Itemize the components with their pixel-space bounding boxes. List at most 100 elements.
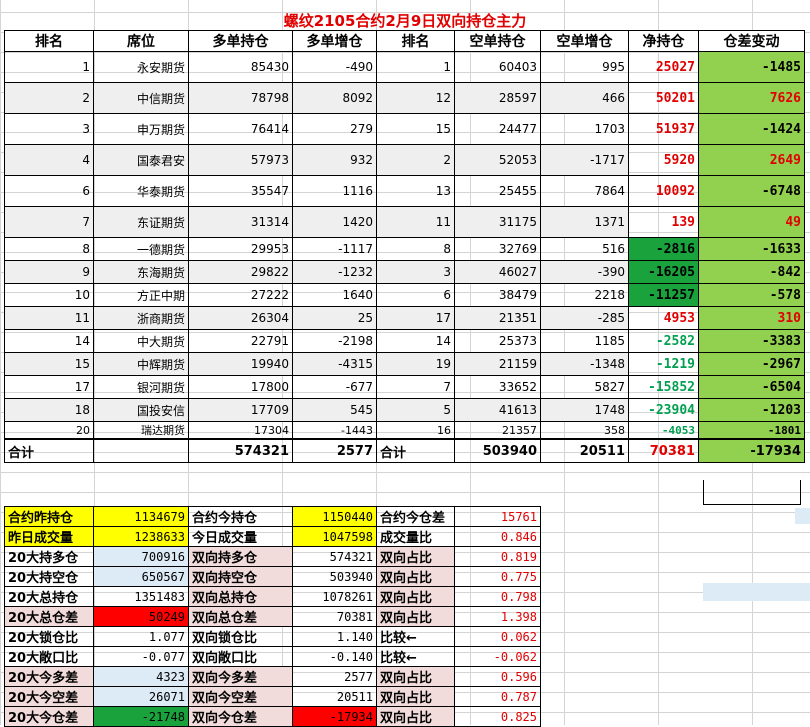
short-change-cell[interactable]: -1348 xyxy=(540,352,629,376)
net-position-cell[interactable]: -16205 xyxy=(628,260,699,284)
summary-label-b[interactable]: 双向总持仓 xyxy=(188,586,293,607)
total-net[interactable]: 70381 xyxy=(628,438,699,463)
long-position-cell[interactable]: 17304 xyxy=(188,421,293,440)
rank-long-cell[interactable]: 15 xyxy=(4,352,94,376)
summary-value-a[interactable]: 1238633 xyxy=(93,526,189,547)
net-position-cell[interactable]: 10092 xyxy=(628,175,699,207)
summary-label-b[interactable]: 双向锁仓比 xyxy=(188,626,293,647)
summary-value-b[interactable]: 20511 xyxy=(292,686,377,707)
summary-label-a[interactable]: 20大敞口比 xyxy=(4,646,94,667)
header-short-position[interactable]: 空单持仓 xyxy=(454,30,541,52)
total-seat-empty[interactable] xyxy=(93,438,189,463)
diff-change-cell[interactable]: -842 xyxy=(698,260,805,284)
short-position-cell[interactable]: 38479 xyxy=(454,283,541,307)
summary-value-c[interactable]: 0.846 xyxy=(454,526,541,547)
net-position-cell[interactable]: 4953 xyxy=(628,306,699,330)
rank-long-cell[interactable]: 6 xyxy=(4,175,94,207)
long-position-cell[interactable]: 19940 xyxy=(188,352,293,376)
net-position-cell[interactable]: 139 xyxy=(628,206,699,238)
summary-value-b[interactable]: 1.140 xyxy=(292,626,377,647)
total-label-short[interactable]: 合计 xyxy=(376,438,455,463)
long-change-cell[interactable]: 545 xyxy=(292,398,377,422)
summary-label-c[interactable]: 双向占比 xyxy=(376,606,455,627)
diff-change-cell[interactable]: -1424 xyxy=(698,113,805,145)
summary-value-b[interactable]: 574321 xyxy=(292,546,377,567)
long-change-cell[interactable]: 1420 xyxy=(292,206,377,238)
net-position-cell[interactable]: -11257 xyxy=(628,283,699,307)
rank-long-cell[interactable]: 17 xyxy=(4,375,94,399)
rank-short-cell[interactable]: 11 xyxy=(376,206,455,238)
summary-value-b[interactable]: 70381 xyxy=(292,606,377,627)
long-change-cell[interactable]: -1443 xyxy=(292,421,377,440)
short-change-cell[interactable]: 466 xyxy=(540,82,629,114)
rank-long-cell[interactable]: 7 xyxy=(4,206,94,238)
total-short[interactable]: 503940 xyxy=(454,438,541,463)
summary-label-c[interactable]: 合约今仓差 xyxy=(376,506,455,527)
short-position-cell[interactable]: 28597 xyxy=(454,82,541,114)
net-position-cell[interactable]: -15852 xyxy=(628,375,699,399)
long-change-cell[interactable]: -677 xyxy=(292,375,377,399)
long-position-cell[interactable]: 26304 xyxy=(188,306,293,330)
summary-label-a[interactable]: 20大持空仓 xyxy=(4,566,94,587)
seat-cell[interactable]: 瑞达期货 xyxy=(93,421,189,440)
short-change-cell[interactable]: -390 xyxy=(540,260,629,284)
short-position-cell[interactable]: 21357 xyxy=(454,421,541,440)
seat-cell[interactable]: 华泰期货 xyxy=(93,175,189,207)
summary-value-c[interactable]: -0.062 xyxy=(454,646,541,667)
total-long-change[interactable]: 2577 xyxy=(292,438,377,463)
short-position-cell[interactable]: 25373 xyxy=(454,329,541,353)
selected-cell-range[interactable] xyxy=(703,583,810,601)
long-change-cell[interactable]: -1232 xyxy=(292,260,377,284)
summary-label-b[interactable]: 双向今仓差 xyxy=(188,706,293,727)
rank-short-cell[interactable]: 13 xyxy=(376,175,455,207)
diff-change-cell[interactable]: -1801 xyxy=(698,421,805,440)
summary-label-a[interactable]: 20大今空差 xyxy=(4,686,94,707)
rank-long-cell[interactable]: 14 xyxy=(4,329,94,353)
summary-label-a[interactable]: 20大今多差 xyxy=(4,666,94,687)
short-position-cell[interactable]: 31175 xyxy=(454,206,541,238)
summary-value-b[interactable]: -0.140 xyxy=(292,646,377,667)
summary-label-a[interactable]: 昨日成交量 xyxy=(4,526,94,547)
summary-value-c[interactable]: 0.775 xyxy=(454,566,541,587)
summary-value-b[interactable]: 1047598 xyxy=(292,526,377,547)
total-diff[interactable]: -17934 xyxy=(698,438,805,463)
short-position-cell[interactable]: 33652 xyxy=(454,375,541,399)
summary-label-c[interactable]: 比较← xyxy=(376,646,455,667)
seat-cell[interactable]: 中大期货 xyxy=(93,329,189,353)
long-position-cell[interactable]: 85430 xyxy=(188,51,293,83)
rank-long-cell[interactable]: 4 xyxy=(4,144,94,176)
rank-long-cell[interactable]: 18 xyxy=(4,398,94,422)
short-change-cell[interactable]: 516 xyxy=(540,237,629,261)
summary-value-c[interactable]: 0.798 xyxy=(454,586,541,607)
summary-value-c[interactable]: 0.596 xyxy=(454,666,541,687)
header-rank-short[interactable]: 排名 xyxy=(376,30,455,52)
short-position-cell[interactable]: 21159 xyxy=(454,352,541,376)
seat-cell[interactable]: 银河期货 xyxy=(93,375,189,399)
summary-label-b[interactable]: 双向持多仓 xyxy=(188,546,293,567)
summary-label-b[interactable]: 双向今多差 xyxy=(188,666,293,687)
summary-label-b[interactable]: 双向敞口比 xyxy=(188,646,293,667)
header-short-change[interactable]: 空单增仓 xyxy=(540,30,629,52)
summary-value-c[interactable]: 0.787 xyxy=(454,686,541,707)
summary-label-a[interactable]: 20大持多仓 xyxy=(4,546,94,567)
long-change-cell[interactable]: 25 xyxy=(292,306,377,330)
summary-label-c[interactable]: 双向占比 xyxy=(376,586,455,607)
short-change-cell[interactable]: 1748 xyxy=(540,398,629,422)
diff-change-cell[interactable]: -578 xyxy=(698,283,805,307)
rank-short-cell[interactable]: 3 xyxy=(376,260,455,284)
net-position-cell[interactable]: -4053 xyxy=(628,421,699,440)
long-position-cell[interactable]: 22791 xyxy=(188,329,293,353)
summary-label-c[interactable]: 双向占比 xyxy=(376,566,455,587)
long-change-cell[interactable]: 279 xyxy=(292,113,377,145)
short-position-cell[interactable]: 25455 xyxy=(454,175,541,207)
seat-cell[interactable]: 中辉期货 xyxy=(93,352,189,376)
long-position-cell[interactable]: 29822 xyxy=(188,260,293,284)
total-long[interactable]: 574321 xyxy=(188,438,293,463)
long-change-cell[interactable]: -4315 xyxy=(292,352,377,376)
diff-change-cell[interactable]: -3383 xyxy=(698,329,805,353)
summary-label-b[interactable]: 双向持空仓 xyxy=(188,566,293,587)
total-label-long[interactable]: 合计 xyxy=(4,438,94,463)
net-position-cell[interactable]: -2582 xyxy=(628,329,699,353)
long-position-cell[interactable]: 29953 xyxy=(188,237,293,261)
diff-change-cell[interactable]: -1633 xyxy=(698,237,805,261)
